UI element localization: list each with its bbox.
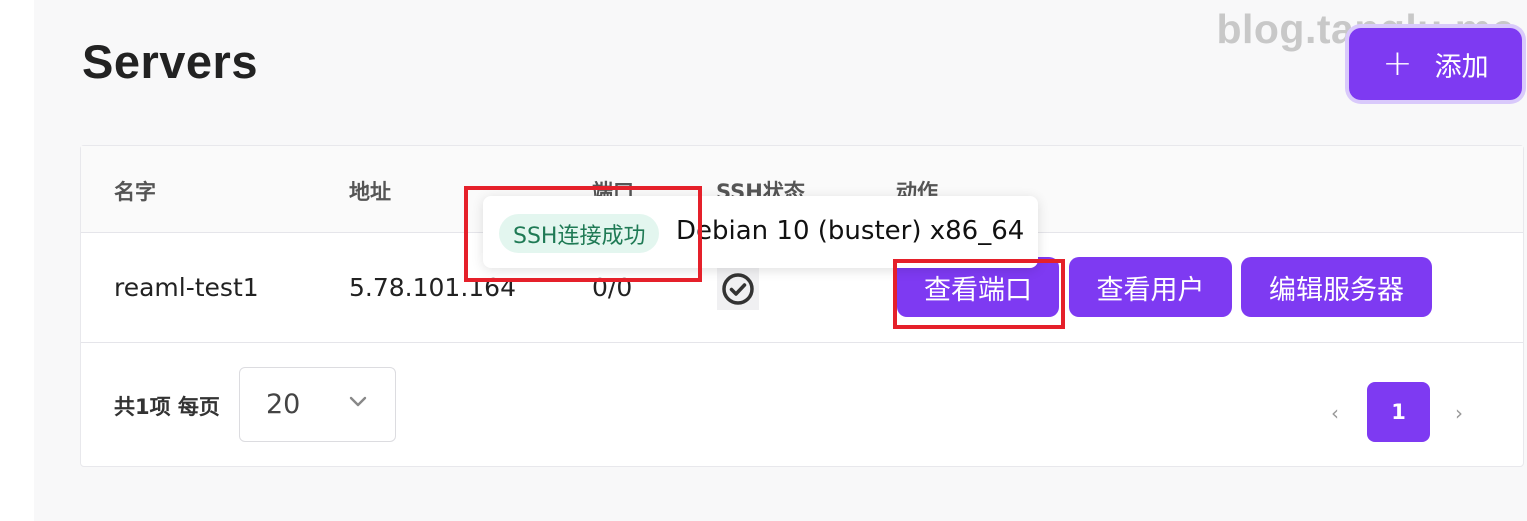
- page-size-value: 20: [266, 389, 301, 420]
- next-page-icon[interactable]: ›: [1455, 401, 1463, 425]
- page-title: Servers: [82, 35, 258, 88]
- os-info: Debian 10 (buster) x86_64: [676, 216, 1025, 246]
- add-button-label: 添加: [1434, 51, 1489, 83]
- chevron-down-icon: [348, 390, 368, 414]
- plus-icon: +: [1382, 43, 1413, 84]
- add-server-button[interactable]: + 添加: [1349, 28, 1522, 100]
- servers-table-card: 名字 地址 端口 SSH状态 动作 reaml-test1 5.78.101.1…: [80, 145, 1524, 467]
- column-header-address: 地址: [349, 180, 391, 204]
- page-size-select[interactable]: 20: [239, 367, 396, 442]
- highlight-box-ssh-tag: [464, 186, 702, 282]
- view-users-button[interactable]: 查看用户: [1069, 257, 1232, 317]
- server-name: reaml-test1: [114, 273, 259, 302]
- highlight-box-view-ports: [893, 259, 1065, 329]
- edit-server-button[interactable]: 编辑服务器: [1241, 257, 1432, 317]
- page-button-current[interactable]: 1: [1367, 382, 1430, 442]
- column-header-name: 名字: [114, 180, 156, 204]
- check-circle-icon[interactable]: [717, 268, 759, 310]
- total-count-label: 共1项 每页: [114, 395, 220, 419]
- left-margin: [0, 0, 34, 521]
- prev-page-icon[interactable]: ‹: [1331, 401, 1339, 425]
